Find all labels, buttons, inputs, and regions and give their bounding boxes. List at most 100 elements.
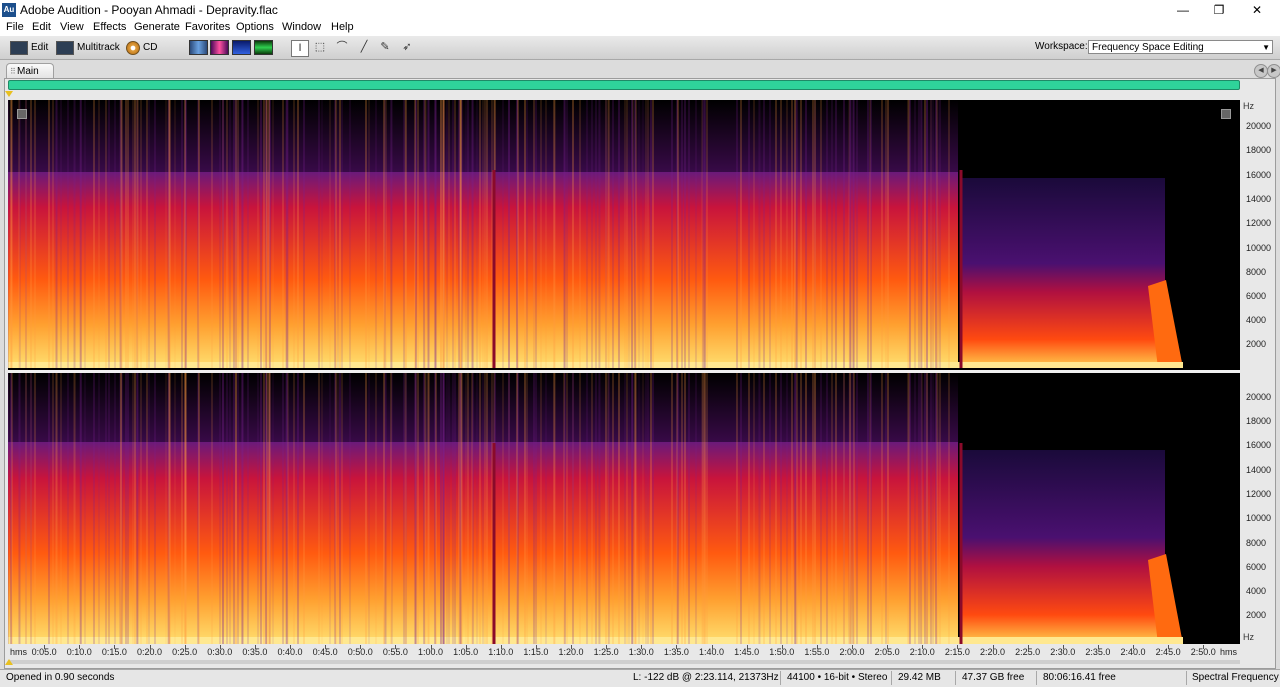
time-label: 1:10.0 bbox=[488, 647, 514, 657]
edit-view-button[interactable]: Edit bbox=[10, 39, 48, 56]
freq-label-ch1: 14000 bbox=[1246, 194, 1272, 204]
time-label: 2:40.0 bbox=[1120, 647, 1146, 657]
playhead-top-marker-icon[interactable] bbox=[5, 91, 13, 97]
cd-view-label: CD bbox=[143, 42, 158, 53]
panel-grip-icon[interactable]: ⠿ bbox=[10, 64, 16, 79]
status-time-free: 80:06:16.41 free bbox=[1043, 672, 1116, 683]
multitrack-icon bbox=[56, 40, 74, 55]
freq-label-ch1: 4000 bbox=[1246, 315, 1267, 325]
audition-app-icon: Au bbox=[2, 3, 16, 17]
zoom-corner-right-icon[interactable] bbox=[1221, 109, 1231, 119]
status-cursor-readout: L: -122 dB @ 2:23.114, 21373Hz bbox=[633, 672, 779, 683]
time-label: 1:40.0 bbox=[698, 647, 725, 657]
freq-label-ch2: 18000 bbox=[1246, 416, 1272, 426]
freq-label-ch2: 16000 bbox=[1246, 440, 1272, 450]
time-label: 2:35.0 bbox=[1085, 647, 1111, 657]
tab-main[interactable]: ⠿ Main bbox=[6, 63, 54, 78]
spectral-phase-display-icon[interactable] bbox=[254, 40, 273, 55]
cd-icon bbox=[126, 40, 140, 55]
tab-main-label: Main bbox=[17, 66, 39, 77]
time-label: 2:05.0 bbox=[874, 647, 900, 657]
zoom-corner-left-icon[interactable] bbox=[17, 109, 27, 119]
spectral-pan-display-icon[interactable] bbox=[232, 40, 251, 55]
spectral-frequency-display-icon[interactable] bbox=[210, 40, 229, 55]
window-title: Adobe Audition - Pooyan Ahmadi - Depravi… bbox=[20, 3, 278, 17]
time-label: 0:25.0 bbox=[172, 647, 198, 657]
time-label: 1:20.0 bbox=[558, 647, 584, 657]
spectral-frequency-display[interactable] bbox=[8, 100, 1240, 644]
workspace-label: Workspace: bbox=[1035, 41, 1088, 52]
time-ruler[interactable]: hms hms 0:05.0 0:10.0 0:15.0 0:20.0 0:25.0 0:… bbox=[8, 645, 1240, 659]
time-label: 0:55.0 bbox=[382, 647, 408, 657]
spectrogram-canvas[interactable] bbox=[8, 100, 1240, 644]
menu-window[interactable]: Window bbox=[282, 21, 321, 33]
time-label: 0:10.0 bbox=[66, 647, 92, 657]
close-button[interactable]: ✕ bbox=[1238, 0, 1276, 20]
overview-zoom-bar[interactable] bbox=[8, 80, 1240, 90]
freq-label-ch1: 12000 bbox=[1246, 218, 1272, 228]
hybrid-tool-icon[interactable]: ➶ bbox=[399, 40, 415, 55]
time-label: 1:05.0 bbox=[453, 647, 479, 657]
time-label: 2:30.0 bbox=[1050, 647, 1076, 657]
horizontal-scrollbar[interactable] bbox=[8, 660, 1240, 664]
status-divider bbox=[780, 671, 781, 685]
time-label: 0:40.0 bbox=[277, 647, 303, 657]
time-label: 0:30.0 bbox=[207, 647, 233, 657]
effects-paintbrush-tool-icon[interactable]: ╱ bbox=[356, 40, 372, 55]
playhead-bottom-marker-icon[interactable] bbox=[5, 659, 13, 665]
panel-header: ⠿ Main bbox=[0, 62, 1280, 78]
menu-options[interactable]: Options bbox=[236, 21, 274, 33]
time-label: 1:55.0 bbox=[804, 647, 830, 657]
time-label: 1:00.0 bbox=[417, 647, 444, 657]
menu-file[interactable]: File bbox=[6, 21, 24, 33]
time-label: 0:50.0 bbox=[347, 647, 373, 657]
frequency-ruler[interactable]: Hz 20000 18000 16000 14000 12000 10000 8… bbox=[1240, 100, 1272, 644]
menu-edit[interactable]: Edit bbox=[32, 21, 51, 33]
marquee-selection-tool-icon[interactable]: ⬚ bbox=[312, 40, 328, 55]
freq-label-ch1: 8000 bbox=[1246, 267, 1267, 277]
time-label: 0:20.0 bbox=[136, 647, 163, 657]
freq-label-ch1: 18000 bbox=[1246, 145, 1272, 155]
workspace-dropdown[interactable]: Frequency Space Editing ▼ bbox=[1088, 40, 1273, 54]
cd-view-button[interactable]: CD bbox=[126, 39, 157, 56]
menu-help[interactable]: Help bbox=[331, 21, 354, 33]
multitrack-view-button[interactable]: Multitrack bbox=[56, 39, 120, 56]
menu-favorites[interactable]: Favorites bbox=[185, 21, 230, 33]
menu-view[interactable]: View bbox=[60, 21, 84, 33]
freq-label-ch2: 6000 bbox=[1246, 562, 1267, 572]
status-format: 44100 • 16-bit • Stereo bbox=[787, 672, 888, 683]
spot-healing-brush-tool-icon[interactable]: ✎ bbox=[377, 40, 393, 55]
status-bar: Opened in 0.90 seconds L: -122 dB @ 2:23… bbox=[0, 669, 1280, 687]
freq-label-ch2: 8000 bbox=[1246, 538, 1267, 548]
menu-bar: File Edit View Effects Generate Favorite… bbox=[0, 20, 1280, 36]
panel-scroll-right-icon[interactable]: ▶ bbox=[1267, 64, 1280, 78]
status-file-size: 29.42 MB bbox=[898, 672, 941, 683]
freq-label-ch2: 2000 bbox=[1246, 610, 1267, 620]
menu-generate[interactable]: Generate bbox=[134, 21, 180, 33]
menu-effects[interactable]: Effects bbox=[93, 21, 126, 33]
time-label: 1:35.0 bbox=[663, 647, 689, 657]
time-label: 2:20.0 bbox=[979, 647, 1006, 657]
time-label: 2:00.0 bbox=[839, 647, 865, 657]
time-unit-right: hms bbox=[1220, 647, 1238, 657]
status-divider bbox=[1036, 671, 1037, 685]
time-unit-left: hms bbox=[10, 647, 28, 657]
minimize-button[interactable]: — bbox=[1164, 0, 1202, 20]
freq-label-ch1: 20000 bbox=[1246, 121, 1272, 131]
time-label: 2:45.0 bbox=[1155, 647, 1181, 657]
time-label: 1:25.0 bbox=[593, 647, 619, 657]
frequency-unit: Hz bbox=[1243, 101, 1254, 111]
waveform-display-icon[interactable] bbox=[189, 40, 208, 55]
lasso-selection-tool-icon[interactable]: ⌒ bbox=[334, 40, 350, 55]
status-view-mode: Spectral Frequency bbox=[1192, 672, 1279, 683]
freq-label-ch1: 6000 bbox=[1246, 291, 1267, 301]
time-label: 0:15.0 bbox=[101, 647, 127, 657]
title-bar: Au Adobe Audition - Pooyan Ahmadi - Depr… bbox=[0, 0, 1280, 20]
edit-view-label: Edit bbox=[31, 42, 49, 53]
restore-button[interactable]: ❐ bbox=[1200, 0, 1238, 20]
time-label: 1:15.0 bbox=[523, 647, 549, 657]
time-label: 0:35.0 bbox=[242, 647, 268, 657]
time-selection-tool-icon[interactable]: I bbox=[291, 40, 309, 57]
panel-scroll-left-icon[interactable]: ◀ bbox=[1254, 64, 1268, 78]
freq-label-ch1: 10000 bbox=[1246, 243, 1272, 253]
